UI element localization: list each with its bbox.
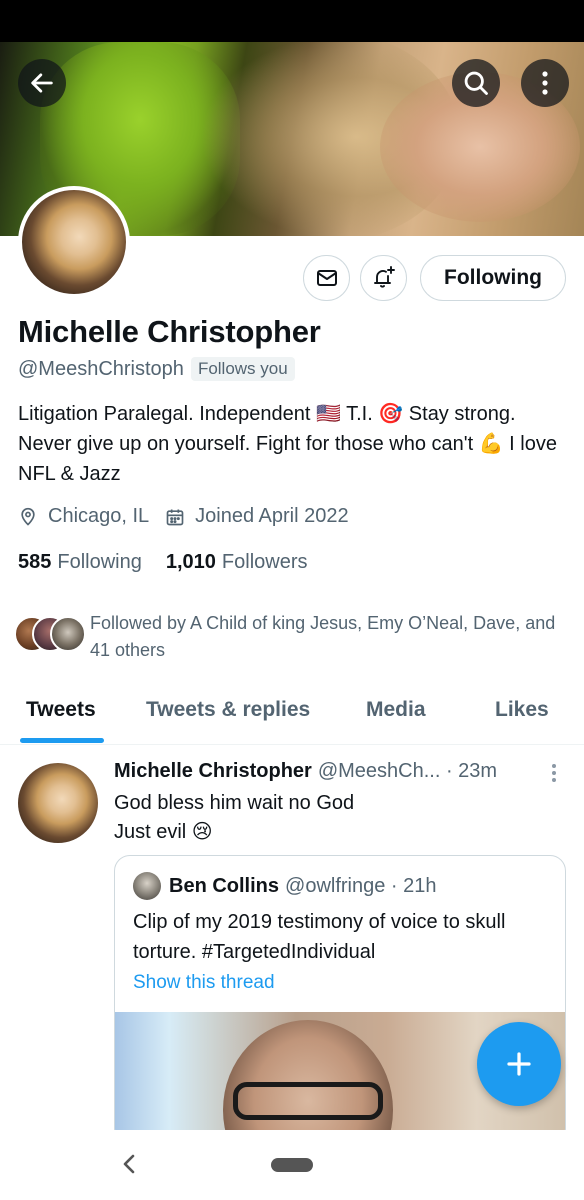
tab-media[interactable]: Media xyxy=(366,698,426,722)
joined-item: Joined April 2022 xyxy=(165,505,349,528)
profile-name: Michelle Christopher xyxy=(18,314,321,349)
more-vertical-icon xyxy=(542,71,548,95)
handle-row: @MeeshChristoph Follows you xyxy=(18,357,295,381)
arrow-left-icon xyxy=(31,73,53,93)
quoted-tweet-meta: @owlfringe · 21h xyxy=(285,874,437,897)
followed-by-text[interactable]: Followed by A Child of king Jesus, Emy O… xyxy=(90,610,570,664)
status-bar xyxy=(0,0,584,42)
location-text: Chicago, IL xyxy=(48,505,150,527)
tweet-author-avatar[interactable] xyxy=(18,763,98,843)
avatar xyxy=(133,872,161,900)
profile-tabs: Tweets Tweets & replies Media Likes xyxy=(0,690,584,745)
follow-counts: 585 Following 1,010 Followers xyxy=(18,551,332,574)
tweet-text: God bless him wait no God Just evil 😢 xyxy=(114,792,355,843)
back-button[interactable] xyxy=(18,59,66,107)
nav-home-pill[interactable] xyxy=(271,1158,313,1172)
avatar xyxy=(50,616,86,652)
tab-tweets-replies[interactable]: Tweets & replies xyxy=(146,698,310,722)
profile-avatar[interactable] xyxy=(18,186,130,298)
envelope-icon xyxy=(316,270,337,286)
tweet-header: Michelle Christopher @MeeshCh... · 23m xyxy=(114,760,534,783)
tab-likes[interactable]: Likes xyxy=(495,698,549,722)
profile-bio: Litigation Paralegal. Independent 🇺🇸 T.I… xyxy=(18,403,557,485)
followers-count-link[interactable]: 1,010 Followers xyxy=(166,551,308,574)
following-button[interactable]: Following xyxy=(420,255,566,301)
following-count-link[interactable]: 585 Following xyxy=(18,551,142,574)
tweet-author-name[interactable]: Michelle Christopher xyxy=(114,760,312,783)
search-button[interactable] xyxy=(452,59,500,107)
followers-label: Followers xyxy=(221,551,308,573)
compose-tweet-button[interactable] xyxy=(477,1022,561,1106)
follows-you-badge: Follows you xyxy=(190,357,295,381)
quoted-tweet[interactable]: Ben Collins @owlfringe · 21h Clip of my … xyxy=(114,855,566,1145)
profile-meta: Chicago, IL Joined April 2022 xyxy=(18,505,365,528)
profile-handle: @MeeshChristoph xyxy=(18,357,184,380)
active-tab-indicator xyxy=(20,738,104,743)
following-label: Following xyxy=(57,551,142,573)
joined-text: Joined April 2022 xyxy=(195,505,349,527)
quoted-tweet-text: Clip of my 2019 testimony of voice to sk… xyxy=(133,911,506,963)
bell-plus-icon xyxy=(373,266,395,288)
plus-icon xyxy=(507,1052,531,1076)
following-count: 585 xyxy=(18,551,52,573)
quoted-tweet-header: Ben Collins @owlfringe · 21h xyxy=(133,872,437,900)
tweet-more-button[interactable] xyxy=(546,762,562,789)
nav-back-icon[interactable] xyxy=(120,1152,138,1176)
location-item: Chicago, IL xyxy=(18,505,149,528)
followed-by-avatars[interactable] xyxy=(14,616,86,654)
show-thread-link[interactable]: Show this thread xyxy=(133,972,275,994)
more-vertical-icon xyxy=(552,764,556,782)
search-icon xyxy=(464,71,488,95)
system-nav-bar xyxy=(0,1130,584,1200)
tweet-meta: @MeeshCh... · 23m xyxy=(317,760,498,782)
tab-tweets[interactable]: Tweets xyxy=(26,698,96,722)
location-pin-icon xyxy=(21,507,35,526)
more-options-button[interactable] xyxy=(521,59,569,107)
quoted-author-name: Ben Collins xyxy=(169,874,280,897)
followers-count: 1,010 xyxy=(165,551,216,573)
calendar-icon xyxy=(166,509,184,525)
notifications-button[interactable] xyxy=(360,255,407,301)
message-button[interactable] xyxy=(303,255,350,301)
